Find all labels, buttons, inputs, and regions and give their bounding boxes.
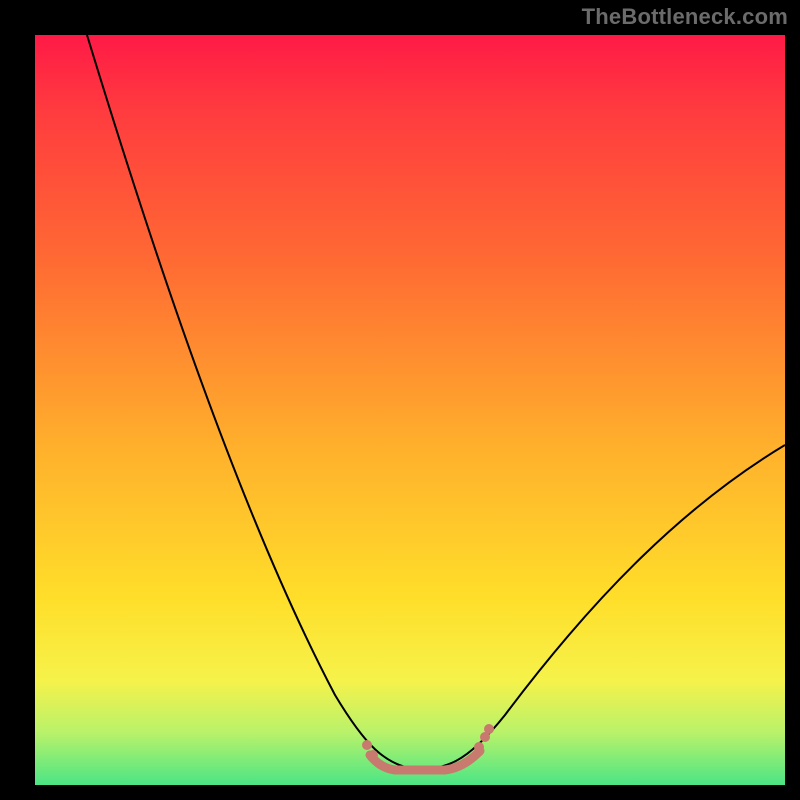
watermark-text: TheBottleneck.com	[582, 4, 788, 30]
chart-frame: TheBottleneck.com	[0, 0, 800, 800]
flat-region-path	[370, 751, 480, 770]
marker-dot	[480, 732, 490, 742]
gradient-plot-area	[35, 35, 785, 785]
curve-layer	[35, 35, 785, 785]
marker-dot	[368, 750, 378, 760]
marker-dot	[474, 742, 484, 752]
marker-dot	[484, 724, 494, 734]
bottleneck-curve-path	[87, 35, 785, 769]
marker-dot	[362, 740, 372, 750]
